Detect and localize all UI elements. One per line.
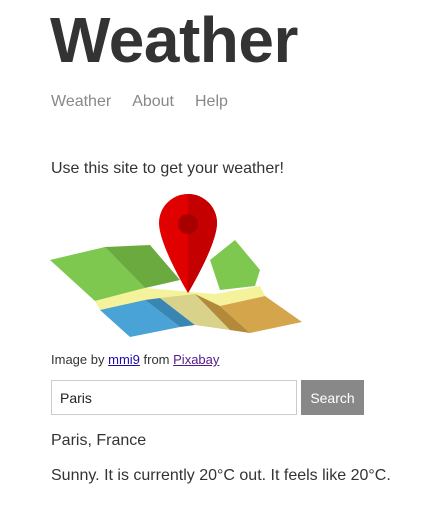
map-pin-dot [178, 214, 198, 234]
main-nav: Weather About Help [51, 92, 228, 112]
nav-link-about[interactable]: About [132, 92, 174, 112]
credit-prefix: Image by [51, 352, 105, 367]
map-land-green-right [210, 240, 260, 290]
credit-middle: from [143, 352, 170, 367]
credit-author-link[interactable]: mmi9 [108, 352, 140, 367]
credit-source-link[interactable]: Pixabay [173, 352, 219, 367]
page: Weather Weather About Help Use this site… [0, 0, 442, 515]
result-forecast: Sunny. It is currently 20°C out. It feel… [51, 467, 391, 484]
image-credit: Image by mmi9 from Pixabay [51, 352, 219, 368]
search-button[interactable]: Search [301, 380, 364, 415]
nav-link-help[interactable]: Help [195, 92, 228, 112]
result-location: Paris, France [51, 432, 147, 449]
nav-link-weather[interactable]: Weather [51, 92, 111, 112]
intro-text: Use this site to get your weather! [51, 160, 284, 177]
site-title: Weather [50, 4, 298, 76]
search-input[interactable] [51, 380, 297, 415]
map-pin-icon [50, 194, 302, 337]
map-pin-shade [188, 194, 217, 293]
